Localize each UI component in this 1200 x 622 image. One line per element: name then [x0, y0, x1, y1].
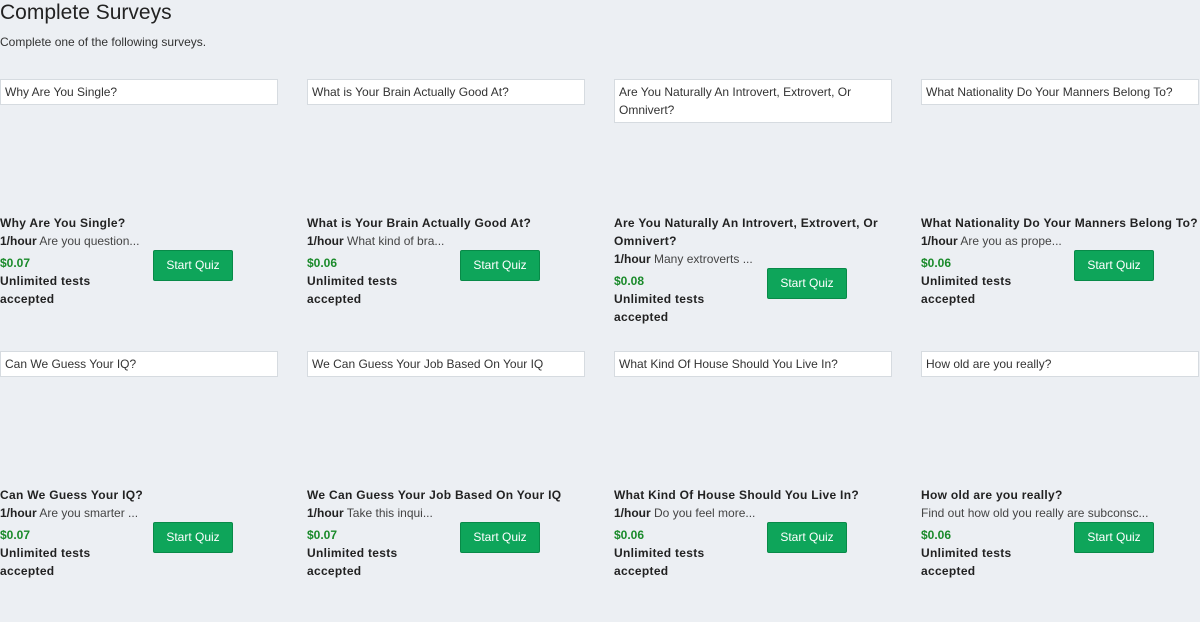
- survey-price: $0.07: [307, 528, 338, 542]
- survey-tests-accepted: Unlimited tests accepted: [0, 546, 91, 578]
- survey-tests-accepted: Unlimited tests accepted: [0, 274, 91, 306]
- survey-title: What Nationality Do Your Manners Belong …: [921, 216, 1198, 230]
- survey-thumbnail[interactable]: What is Your Brain Actually Good At?: [307, 79, 585, 105]
- survey-thumbnail[interactable]: What Nationality Do Your Manners Belong …: [921, 79, 1199, 105]
- survey-tests-accepted: Unlimited tests accepted: [307, 274, 398, 306]
- survey-price: $0.06: [921, 256, 952, 270]
- survey-price: $0.06: [614, 528, 645, 542]
- start-quiz-button[interactable]: Start Quiz: [153, 522, 233, 553]
- survey-description: What kind of bra...: [347, 234, 445, 248]
- survey-rate-line: 1/hour Take this inqui...: [307, 504, 587, 522]
- survey-thumbnail[interactable]: Why Are You Single?: [0, 79, 278, 105]
- start-quiz-button[interactable]: Start Quiz: [460, 522, 540, 553]
- survey-tests-accepted: Unlimited tests accepted: [614, 546, 705, 578]
- survey-title: We Can Guess Your Job Based On Your IQ: [307, 488, 562, 502]
- survey-price: $0.08: [614, 274, 645, 288]
- survey-rate: 1/hour: [307, 234, 344, 248]
- survey-price: $0.06: [921, 528, 952, 542]
- survey-tests-accepted: Unlimited tests accepted: [614, 292, 705, 324]
- survey-rate: 1/hour: [614, 252, 651, 266]
- survey-title: Can We Guess Your IQ?: [0, 488, 143, 502]
- survey-price: $0.06: [307, 256, 338, 270]
- start-quiz-button[interactable]: Start Quiz: [1074, 522, 1154, 553]
- survey-price: $0.07: [0, 256, 31, 270]
- survey-tests-accepted: Unlimited tests accepted: [921, 274, 1012, 306]
- survey-thumbnail[interactable]: We Can Guess Your Job Based On Your IQ: [307, 351, 585, 377]
- page-title: Complete Surveys: [0, 1, 172, 24]
- page-subtitle: Complete one of the following surveys.: [0, 35, 207, 49]
- survey-description: Take this inqui...: [346, 506, 433, 520]
- survey-thumbnail[interactable]: How old are you really?: [921, 351, 1199, 377]
- start-quiz-button[interactable]: Start Quiz: [767, 522, 847, 553]
- survey-price: $0.07: [0, 528, 31, 542]
- survey-description: Are you as prope...: [960, 234, 1062, 248]
- survey-rate-line: 1/hour What kind of bra...: [307, 232, 587, 250]
- survey-rate-line: 1/hour Are you question...: [0, 232, 280, 250]
- survey-title: Why Are You Single?: [0, 216, 126, 230]
- survey-rate-line: 1/hour Are you smarter ...: [0, 504, 280, 522]
- survey-description: Find out how old you really are subconsc…: [921, 506, 1149, 520]
- survey-description: Many extroverts ...: [654, 252, 753, 266]
- survey-rate: 1/hour: [0, 506, 37, 520]
- start-quiz-button[interactable]: Start Quiz: [1074, 250, 1154, 281]
- survey-title: How old are you really?: [921, 488, 1063, 502]
- survey-thumbnail[interactable]: What Kind Of House Should You Live In?: [614, 351, 892, 377]
- start-quiz-button[interactable]: Start Quiz: [460, 250, 540, 281]
- survey-description: Are you question...: [39, 234, 140, 248]
- survey-tests-accepted: Unlimited tests accepted: [921, 546, 1012, 578]
- start-quiz-button[interactable]: Start Quiz: [767, 268, 847, 299]
- survey-rate: 1/hour: [307, 506, 344, 520]
- survey-rate: 1/hour: [0, 234, 37, 248]
- survey-rate-line: 1/hour Many extroverts ...: [614, 250, 894, 268]
- survey-rate: 1/hour: [921, 234, 958, 248]
- survey-rate-line: 1/hour Are you as prope...: [921, 232, 1200, 250]
- survey-rate-line: 1/hour Do you feel more...: [614, 504, 894, 522]
- survey-description: Do you feel more...: [654, 506, 756, 520]
- survey-tests-accepted: Unlimited tests accepted: [307, 546, 398, 578]
- start-quiz-button[interactable]: Start Quiz: [153, 250, 233, 281]
- survey-thumbnail[interactable]: Are You Naturally An Introvert, Extrover…: [614, 79, 892, 123]
- survey-title: What is Your Brain Actually Good At?: [307, 216, 532, 230]
- survey-rate: 1/hour: [614, 506, 651, 520]
- survey-description: Are you smarter ...: [39, 506, 139, 520]
- survey-title: Are You Naturally An Introvert, Extrover…: [614, 216, 879, 248]
- survey-title: What Kind Of House Should You Live In?: [614, 488, 859, 502]
- survey-rate-line: Find out how old you really are subconsc…: [921, 504, 1200, 522]
- survey-thumbnail[interactable]: Can We Guess Your IQ?: [0, 351, 278, 377]
